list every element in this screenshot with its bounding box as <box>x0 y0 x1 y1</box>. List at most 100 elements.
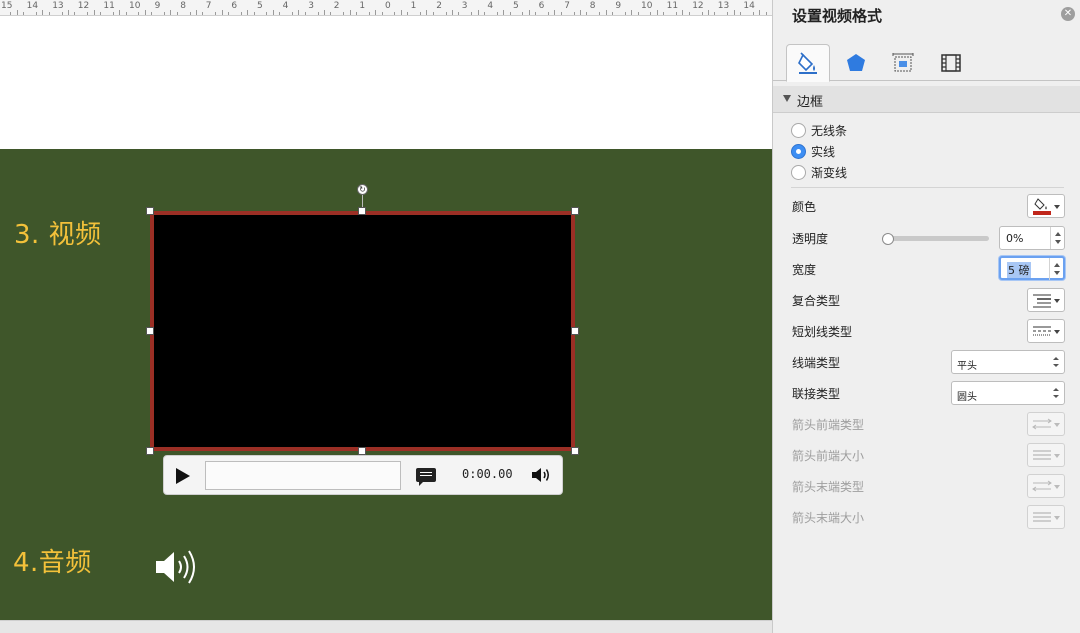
video-heading[interactable]: 3. 视频 <box>14 214 102 251</box>
ruler-tick <box>727 12 729 15</box>
volume-icon[interactable] <box>530 465 552 485</box>
pentagon-icon <box>847 54 865 71</box>
ruler-tick <box>484 12 485 15</box>
begin-arrow-type-button[interactable] <box>1027 412 1065 436</box>
radio-no-line[interactable]: 无线条 <box>791 121 847 139</box>
panel-tab-bar <box>773 38 1080 82</box>
speaker-icon[interactable] <box>154 547 204 587</box>
tab-fill-line[interactable] <box>786 44 830 82</box>
resize-handle-bottom-left[interactable] <box>146 447 154 455</box>
stepper-arrows-icon[interactable] <box>1049 258 1063 280</box>
ruler-tick <box>42 10 44 15</box>
ruler-tick <box>381 12 383 15</box>
arrow-type-icon <box>1032 480 1052 492</box>
ruler-tick <box>477 10 479 15</box>
canvas-area: 15 14 13 12 11 10 9 8 7 6 5 4 3 2 1 0 1 2 3 4 5 6 7 8 9 10 11 12 13 1… <box>0 0 772 633</box>
video-object[interactable] <box>150 211 575 451</box>
ruler-number: 4 <box>487 1 494 11</box>
stepper-arrows-icon[interactable] <box>1050 227 1064 249</box>
ruler-tick <box>176 12 178 15</box>
ruler-tick <box>125 12 127 15</box>
ruler-tick <box>68 10 69 15</box>
ruler-number: 8 <box>589 1 596 11</box>
color-label: 颜色 <box>792 200 817 214</box>
transparency-slider[interactable] <box>888 236 989 241</box>
collapse-arrow-icon[interactable] <box>783 95 791 102</box>
horizontal-ruler: 15 14 13 12 11 10 9 8 7 6 5 4 3 2 1 0 1 2 3 4 5 6 7 8 9 10 11 12 13 1… <box>0 0 772 16</box>
chevron-down-icon <box>1054 330 1060 334</box>
film-icon <box>941 54 961 72</box>
slide[interactable]: 3. 视频 ↻ 0:00.00 4.音频 <box>0 149 772 620</box>
ruler-tick <box>445 12 447 15</box>
resize-handle-top-right[interactable] <box>571 207 579 215</box>
ruler-tick <box>586 12 588 15</box>
cap-type-select[interactable]: 平头 <box>951 350 1065 374</box>
ruler-number: 1 <box>410 1 417 11</box>
dash-type-button[interactable] <box>1027 319 1065 343</box>
ruler-tick <box>93 10 95 15</box>
width-value[interactable]: 5 磅 <box>1007 262 1031 278</box>
ruler-tick <box>356 12 357 15</box>
section-border-header[interactable]: 边框 <box>773 86 1080 113</box>
caption-icon[interactable] <box>416 468 436 486</box>
transparency-slider-thumb[interactable] <box>882 233 894 245</box>
tab-size-properties[interactable] <box>881 44 925 82</box>
chevron-down-icon <box>1054 423 1060 427</box>
ruler-tick <box>292 12 293 15</box>
ruler-number: 2 <box>333 1 340 11</box>
ruler-tick <box>112 12 114 15</box>
begin-arrow-type-label: 箭头前端类型 <box>792 418 865 432</box>
ruler-tick <box>624 12 626 15</box>
ruler-tick <box>215 12 217 15</box>
ruler-tick <box>452 10 453 15</box>
transparency-stepper[interactable]: 0% <box>999 226 1065 250</box>
radio-no-line-circle[interactable] <box>791 122 806 138</box>
resize-handle-bottom-right[interactable] <box>571 447 579 455</box>
color-picker-button[interactable] <box>1027 194 1065 218</box>
radio-gradient-line-circle[interactable] <box>791 164 806 180</box>
ruler-number: 14 <box>743 1 755 11</box>
join-type-select[interactable]: 圆头 <box>951 381 1065 405</box>
play-icon[interactable] <box>176 468 190 484</box>
begin-arrow-size-button[interactable] <box>1027 443 1065 467</box>
resize-handle-right[interactable] <box>571 327 579 335</box>
ruler-tick <box>298 10 300 15</box>
ruler-tick <box>266 12 268 15</box>
radio-gradient-line-label: 渐变线 <box>811 165 848 180</box>
resize-handle-left[interactable] <box>146 327 154 335</box>
dash-lines-icon <box>1033 326 1051 336</box>
ruler-tick <box>503 10 505 15</box>
ruler-number: 9 <box>615 1 622 11</box>
radio-solid-line[interactable]: 实线 <box>791 142 835 160</box>
end-arrow-size-label: 箭头末端大小 <box>792 511 865 525</box>
ruler-tick <box>87 12 89 15</box>
ruler-number: 1 <box>359 1 366 11</box>
transparency-value[interactable]: 0% <box>1006 232 1023 245</box>
resize-handle-top[interactable] <box>358 207 366 215</box>
end-arrow-size-button[interactable] <box>1027 505 1065 529</box>
ruler-tick <box>676 12 677 15</box>
resize-handle-bottom[interactable] <box>358 447 366 455</box>
end-arrow-type-button[interactable] <box>1027 474 1065 498</box>
ruler-tick <box>247 10 249 15</box>
playback-progress-track[interactable] <box>205 461 401 490</box>
rotate-handle-icon[interactable]: ↻ <box>357 184 368 195</box>
width-stepper[interactable]: 5 磅 <box>999 256 1065 280</box>
ruler-tick <box>151 12 153 15</box>
ruler-number: 3 <box>308 1 314 11</box>
tab-effects[interactable] <box>834 44 878 82</box>
tab-video[interactable] <box>929 44 973 82</box>
radio-gradient-line[interactable]: 渐变线 <box>791 163 847 181</box>
ruler-tick <box>765 12 767 15</box>
ruler-tick <box>228 12 229 15</box>
ruler-tick <box>682 10 684 15</box>
ruler-tick <box>458 12 460 15</box>
radio-solid-line-circle[interactable] <box>791 143 806 159</box>
close-icon[interactable]: ✕ <box>1061 7 1075 21</box>
compound-type-button[interactable] <box>1027 288 1065 312</box>
ruler-tick <box>138 12 140 15</box>
ruler-tick <box>522 12 524 15</box>
ruler-tick <box>272 10 274 15</box>
resize-handle-top-left[interactable] <box>146 207 154 215</box>
audio-heading[interactable]: 4.音频 <box>13 542 92 579</box>
